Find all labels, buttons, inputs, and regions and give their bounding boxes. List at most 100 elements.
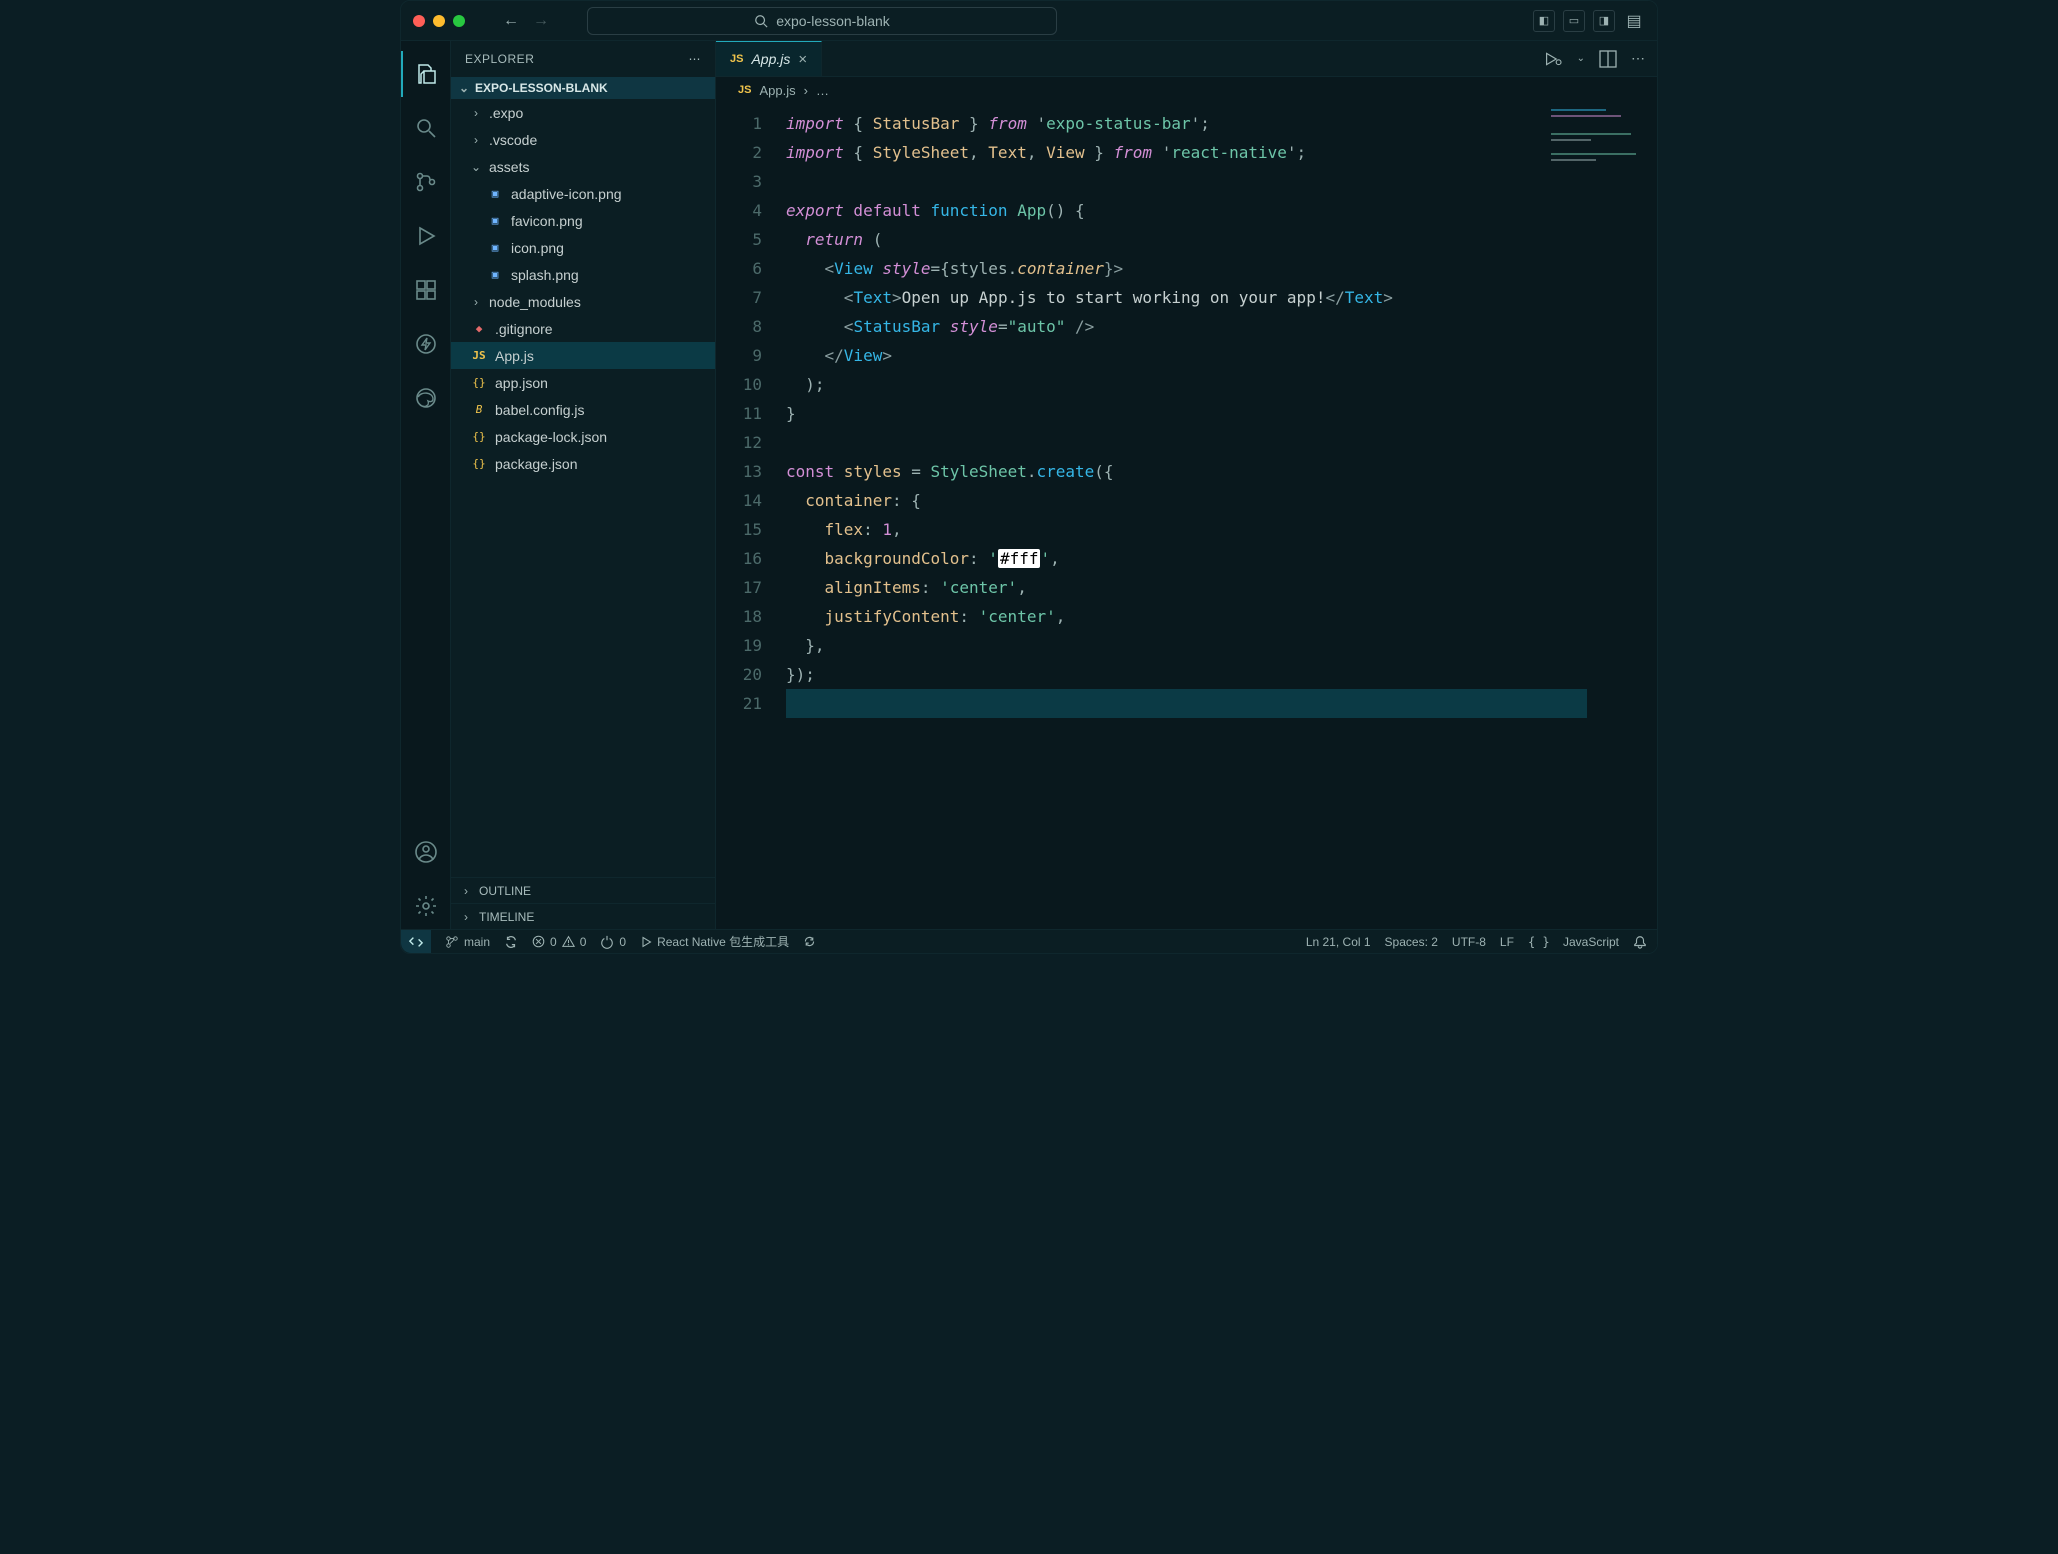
file-row[interactable]: ◆ .gitignore — [451, 315, 715, 342]
minimap[interactable] — [1551, 109, 1651, 179]
activitybar-edge[interactable] — [401, 375, 451, 421]
split-editor-button[interactable] — [1599, 50, 1617, 68]
activitybar-source-control[interactable] — [401, 159, 451, 205]
file-row[interactable]: ▣ favicon.png — [451, 207, 715, 234]
minimize-window-button[interactable] — [433, 15, 445, 27]
tab-close-button[interactable]: × — [798, 51, 807, 68]
activitybar-run-debug[interactable] — [401, 213, 451, 259]
workbench: EXPLORER ⋯ ⌄ EXPO-LESSON-BLANK ›.expo › .v… — [401, 41, 1657, 929]
problems[interactable]: 0 0 — [532, 935, 586, 949]
language-mode[interactable]: { } JavaScript — [1528, 935, 1619, 949]
file-row[interactable]: {}package-lock.json — [451, 423, 715, 450]
tabstrip: JS App.js × ⌄ ⋯ — [716, 41, 1657, 77]
code-area[interactable]: import { StatusBar } from 'expo-status-b… — [786, 103, 1657, 929]
run-dropdown-button[interactable]: ⌄ — [1577, 53, 1585, 64]
nav-back-button[interactable]: ← — [503, 12, 519, 30]
nav-forward-button[interactable]: → — [533, 12, 549, 30]
layout-secondary-side-icon[interactable]: ◨ — [1593, 10, 1615, 32]
img-icon: ▣ — [487, 241, 503, 254]
breadcrumb[interactable]: JS App.js › … — [716, 77, 1657, 103]
cursor-position[interactable]: Ln 21, Col 1 — [1306, 935, 1371, 949]
js-icon: JS — [471, 349, 487, 362]
sidebar-section-outline[interactable]: › OUTLINE — [451, 877, 715, 903]
titlebar: ← → expo-lesson-blank ◧ ▭ ◨ ▤ — [401, 1, 1657, 41]
file-row[interactable]: {}package.json — [451, 450, 715, 477]
chevron-right-icon: › — [471, 133, 481, 147]
timeline-label: TIMELINE — [479, 910, 534, 924]
file-row[interactable]: Bbabel.config.js — [451, 396, 715, 423]
eol[interactable]: LF — [1500, 935, 1514, 949]
activitybar-thunderbolt[interactable] — [401, 321, 451, 367]
ports[interactable]: 0 — [600, 935, 626, 949]
img-icon: ▣ — [487, 268, 503, 281]
sidebar-section-timeline[interactable]: › TIMELINE — [451, 903, 715, 929]
zoom-window-button[interactable] — [453, 15, 465, 27]
file-row[interactable]: ▣ splash.png — [451, 261, 715, 288]
chevron-down-icon: ⌄ — [471, 160, 481, 174]
activitybar — [401, 41, 451, 929]
tree-item-label: splash.png — [511, 267, 579, 283]
editor-more-button[interactable]: ⋯ — [1631, 50, 1645, 67]
file-row[interactable]: ▣ adaptive-icon.png — [451, 180, 715, 207]
sidebar-more-button[interactable]: ⋯ — [689, 52, 702, 66]
activitybar-extensions[interactable] — [401, 267, 451, 313]
layout-customize-icon[interactable]: ▤ — [1623, 10, 1645, 32]
activitybar-explorer[interactable] — [401, 51, 451, 97]
tree-item-label: adaptive-icon.png — [511, 186, 622, 202]
file-row[interactable]: ▣ icon.png — [451, 234, 715, 261]
breadcrumb-rest: … — [816, 83, 829, 98]
js-file-icon: JS — [738, 84, 751, 96]
git-branch[interactable]: main — [445, 935, 490, 949]
layout-primary-side-icon[interactable]: ◧ — [1533, 10, 1555, 32]
sidebar-root-label: EXPO-LESSON-BLANK — [475, 81, 608, 95]
json-icon: {} — [471, 376, 487, 389]
img-icon: ▣ — [487, 214, 503, 227]
tree-item-label: favicon.png — [511, 213, 583, 229]
folder-row[interactable]: ›node_modules — [451, 288, 715, 315]
statusbar: main 0 0 0 React Native 包生成工具 Ln 21, Col… — [401, 929, 1657, 953]
window-controls — [413, 15, 465, 27]
img-icon: ▣ — [487, 187, 503, 200]
file-row[interactable]: {}app.json — [451, 369, 715, 396]
file-row[interactable]: JSApp.js — [451, 342, 715, 369]
task-label: React Native 包生成工具 — [657, 933, 789, 950]
run-button[interactable] — [1543, 51, 1563, 67]
git-branch-name: main — [464, 935, 490, 949]
editor-body[interactable]: 123456789101112131415161718192021 import… — [716, 103, 1657, 929]
warning-count: 0 — [580, 935, 587, 949]
tree-item-label: .gitignore — [495, 321, 553, 337]
command-center[interactable]: expo-lesson-blank — [587, 7, 1057, 35]
sync-button[interactable] — [504, 935, 518, 949]
chevron-down-icon: ⌄ — [459, 81, 469, 95]
titlebar-right: ◧ ▭ ◨ ▤ — [1533, 10, 1645, 32]
notifications-button[interactable] — [1633, 935, 1647, 949]
task-runner[interactable]: React Native 包生成工具 — [640, 933, 789, 950]
encoding[interactable]: UTF-8 — [1452, 935, 1486, 949]
json-icon: {} — [471, 430, 487, 443]
activitybar-settings[interactable] — [401, 883, 451, 929]
layout-panel-icon[interactable]: ▭ — [1563, 10, 1585, 32]
chevron-right-icon: › — [461, 910, 471, 924]
folder-row[interactable]: ⌄assets — [451, 153, 715, 180]
tree-item-label: .vscode — [489, 132, 537, 148]
folder-row[interactable]: ›.expo — [451, 99, 715, 126]
sidebar-header: EXPLORER ⋯ — [451, 41, 715, 77]
js-file-icon: JS — [730, 53, 743, 65]
outline-label: OUTLINE — [479, 884, 531, 898]
folder-row[interactable]: › .vscode — [451, 126, 715, 153]
tree-item-label: icon.png — [511, 240, 564, 256]
refresh-button[interactable] — [803, 935, 816, 948]
indentation[interactable]: Spaces: 2 — [1385, 935, 1438, 949]
nav-arrows: ← → — [493, 12, 559, 30]
json-icon: {} — [471, 457, 487, 470]
activitybar-account[interactable] — [401, 829, 451, 875]
sidebar-root-folder[interactable]: ⌄ EXPO-LESSON-BLANK — [451, 77, 715, 99]
breadcrumb-sep: › — [804, 83, 808, 98]
remote-indicator[interactable] — [401, 930, 431, 953]
cursor-line-highlight — [786, 689, 1587, 718]
activitybar-search[interactable] — [401, 105, 451, 151]
close-window-button[interactable] — [413, 15, 425, 27]
git-icon: ◆ — [471, 322, 487, 335]
tab-app-js[interactable]: JS App.js × — [716, 41, 822, 76]
error-count: 0 — [550, 935, 557, 949]
